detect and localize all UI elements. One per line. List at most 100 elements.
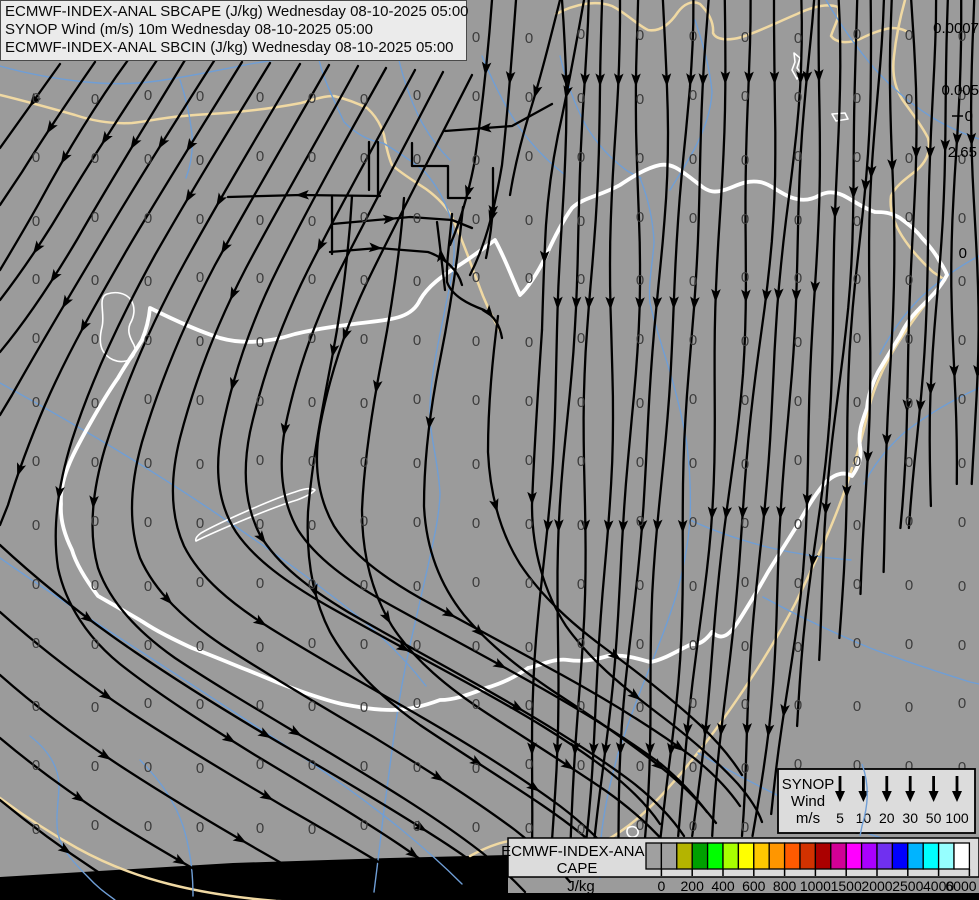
cape-color-swatches [645,842,971,870]
color-swatch [937,842,955,870]
grid-value-label: 0 [32,698,40,715]
grid-value-label: 0 [741,88,749,105]
grid-value-label: 0 [689,151,697,168]
grid-value-label: 0 [196,515,204,532]
grid-value-label: 0 [144,695,152,712]
grid-value-label: 0 [577,213,585,230]
grid-value-label: 0 [308,149,316,166]
grid-value-label: 0 [360,636,368,653]
grid-value-label: 0 [413,695,421,712]
grid-value-label: 0 [32,517,40,534]
grid-value-label: 0 [91,331,99,348]
grid-value-label: 0 [91,454,99,471]
grid-value-label: 0 [577,453,585,470]
grid-value-label: 0 [144,455,152,472]
grid-value-label: 0 [32,757,40,774]
grid-value-label: 0 [525,148,533,165]
title-synop-wind: SYNOP Wind (m/s) 10m Wednesday 08-10-202… [5,21,373,38]
grid-value-label: 0 [196,88,204,105]
grid-value-label: 0 [525,89,533,106]
grid-value-label: 0 [525,334,533,351]
grid-value-label: 0 [91,272,99,289]
grid-value-label: 0 [636,513,644,530]
synop-wind-legend: SYNOP Wind m/s 5 10 20 30 50 100 [777,768,976,834]
grid-value-label: 0 [256,516,264,533]
grid-value-label: 0 [525,516,533,533]
grid-value-label: 0 [741,392,749,409]
color-swatch [845,842,863,870]
grid-value-label: 0 [636,395,644,412]
grid-value-label: 0 [905,27,913,44]
grid-value-label: 0 [91,513,99,530]
grid-value-label: 0 [256,452,264,469]
grid-value-label: 0 [360,577,368,594]
grid-value-label: 0 [308,635,316,652]
grid-value-label: 0 [636,454,644,471]
grid-value-label: 0 [413,151,421,168]
grid-value-label: 0 [32,90,40,107]
grid-value-label: 0 [91,577,99,594]
grid-value-label: 0 [525,639,533,656]
grid-value-label: 0 [853,517,861,534]
grid-value-label: 0 [144,637,152,654]
grid-value-label: 0 [958,391,966,408]
grid-value-label: 0 [636,209,644,226]
color-swatch [706,842,724,870]
grid-value-label: 0 [689,455,697,472]
color-swatch [907,842,924,870]
grid-value-label: 0 [256,639,264,656]
grid-value-label: 0 [196,152,204,169]
grid-value-label: 0 [958,695,966,712]
grid-value-label: 0 [256,270,264,287]
grid-value-label: 0 [91,91,99,108]
grid-value-label: 0 [32,330,40,347]
grid-value-label: 0 [689,514,697,531]
grid-value-label: 0 [256,212,264,229]
weather-map-viewport: 0 0 0 0 0 0 0 0 0 0 0 0 0 0 0 0 0 0 0 0 0 0 0 0 0 0 0 0 0 0 0 0 0 0 0 0 0 0 0 0… [0,0,979,900]
grid-value-label: 0 [360,699,368,716]
grid-value-label: 0 [905,331,913,348]
grid-value-label: 0 [689,391,697,408]
grid-value-label: 0 [308,698,316,715]
grid-value-label: 0 [413,637,421,654]
color-swatch [860,842,878,870]
grid-value-label: 0 [196,819,204,836]
grid-value-label: 0 [905,209,913,226]
grid-value-label: 0 [958,514,966,531]
grid-value-label: 0 [196,333,204,350]
grid-value-label: 0 [472,574,480,591]
cape-tick-label: 1500 [831,878,862,894]
grid-value-label: 0 [360,91,368,108]
grid-value-label: 0 [636,331,644,348]
grid-value-label: 0 [689,818,697,835]
color-swatch [768,842,786,870]
grid-value-label: 0 [794,452,802,469]
grid-value-label: 0 [577,757,585,774]
grid-value-label: 0 [413,87,421,104]
grid-value-label: 0 [958,455,966,472]
grid-value-label: 0 [144,818,152,835]
grid-value-label: 0 [472,269,480,286]
grid-value-label: 0 [525,756,533,773]
grid-value-label: 0 [472,456,480,473]
grid-value-label: 0 [472,638,480,655]
grid-value-label: 0 [577,698,585,715]
cape-tick-label: 2500 [892,878,923,894]
grid-value-label: 0 [144,332,152,349]
grid-value-label: 0 [472,88,480,105]
grid-value-label: 0 [525,270,533,287]
grid-value-label: 0 [905,513,913,530]
grid-value-label: 0 [413,455,421,472]
grid-value-label: 0 [413,818,421,835]
grid-value-label: 0 [256,89,264,106]
grid-value-label: 0 [472,333,480,350]
grid-value-label: 0 [525,697,533,714]
grid-value-label: 0 [741,29,749,46]
grid-value-label: 0 [636,27,644,44]
grid-value-label: 0 [472,152,480,169]
synop-legend-unit: m/s [796,810,820,827]
grid-value-label: 0 [144,391,152,408]
grid-value-label: 0 [413,332,421,349]
grid-value-label: 0 [794,334,802,351]
grid-value-label: 0 [958,332,966,349]
